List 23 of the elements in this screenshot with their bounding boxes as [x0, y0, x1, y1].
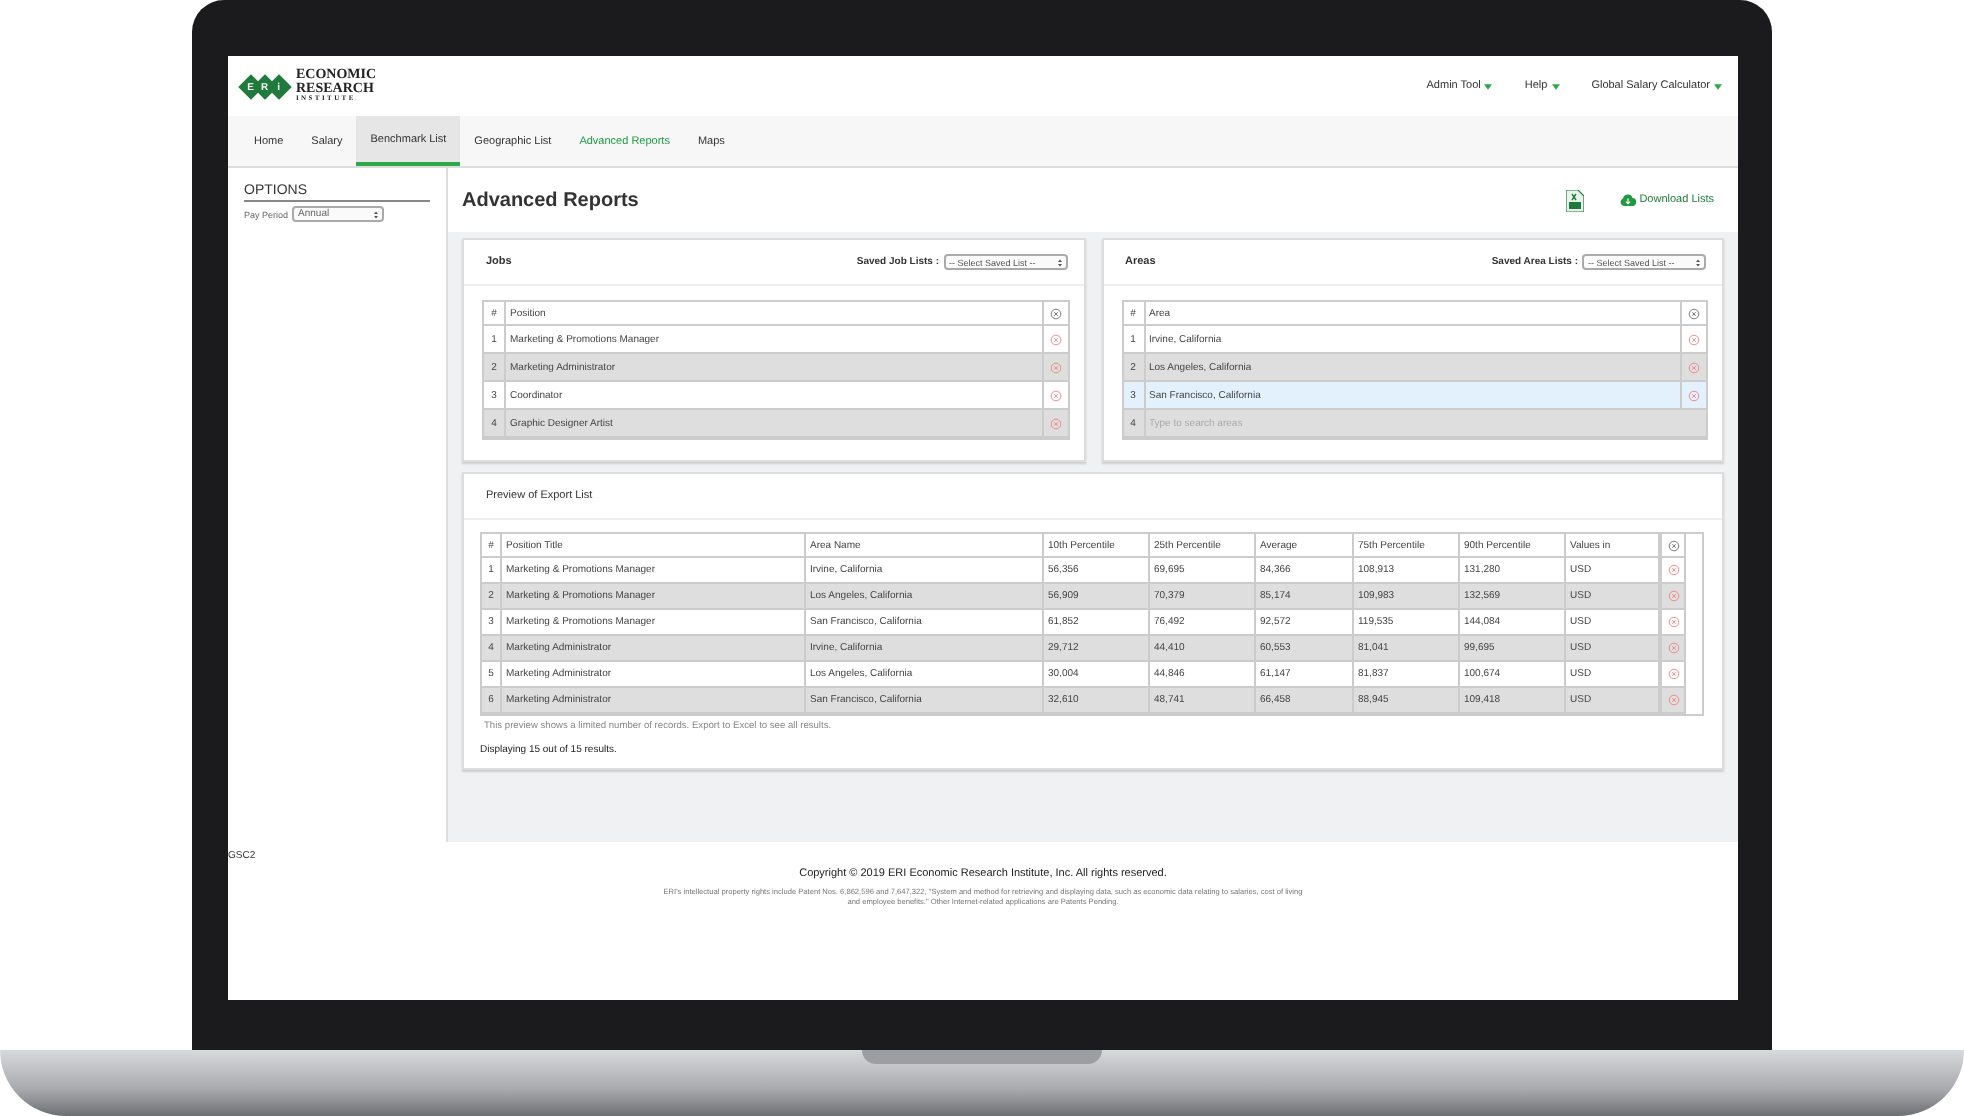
remove-icon[interactable]	[1667, 668, 1679, 680]
clear-all-icon[interactable]	[1049, 307, 1061, 319]
spinner-icon	[374, 209, 379, 219]
caret-icon	[1484, 83, 1493, 89]
excel-file-icon[interactable]	[1565, 189, 1584, 211]
remove-icon[interactable]	[1667, 590, 1679, 602]
remove-icon[interactable]	[1049, 389, 1061, 401]
caret-icon	[1551, 83, 1560, 89]
remove-icon[interactable]	[1049, 333, 1061, 345]
remove-icon[interactable]	[1049, 417, 1061, 429]
remove-icon[interactable]	[1688, 361, 1700, 373]
remove-icon[interactable]	[1688, 389, 1700, 401]
cloud-download-icon	[1619, 194, 1636, 206]
clear-all-icon[interactable]	[1667, 539, 1679, 551]
page-title: Advanced Reports	[462, 189, 639, 211]
remove-icon[interactable]	[1667, 642, 1679, 654]
remove-icon[interactable]	[1667, 564, 1679, 576]
caret-icon	[1714, 83, 1722, 89]
remove-icon[interactable]	[1667, 616, 1679, 628]
remove-icon[interactable]	[1688, 333, 1700, 345]
clear-all-icon[interactable]	[1688, 307, 1700, 319]
remove-icon[interactable]	[1049, 361, 1061, 373]
remove-icon[interactable]	[1667, 694, 1679, 706]
